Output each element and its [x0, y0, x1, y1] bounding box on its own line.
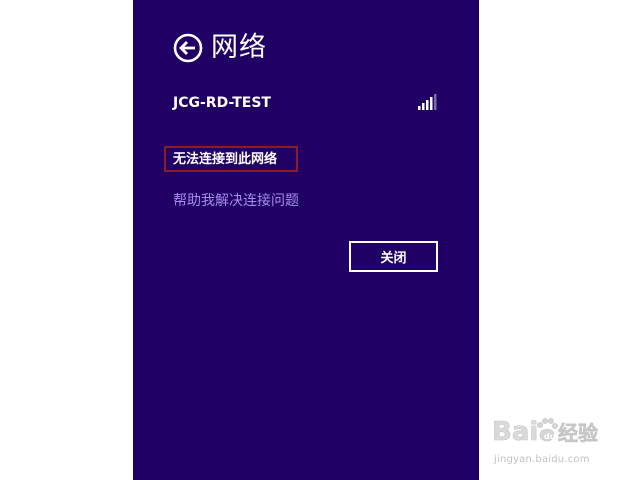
svg-text:Bai: Bai: [492, 417, 538, 447]
back-arrow-circle-icon: [173, 33, 203, 63]
troubleshoot-link[interactable]: 帮助我解决连接问题: [173, 190, 299, 212]
baidu-jingyan-watermark: Bai du 经验 jingyan.baidu.com: [492, 410, 610, 468]
connection-error-text: 无法连接到此网络: [173, 152, 278, 167]
panel-header: 网络: [173, 28, 267, 68]
svg-text:经验: 经验: [558, 421, 598, 445]
wifi-signal-bars-icon: [418, 94, 437, 110]
svg-text:du: du: [544, 432, 556, 441]
page-title: 网络: [211, 32, 267, 63]
baidu-logo-icon: Bai du 经验: [492, 417, 598, 448]
network-item[interactable]: JCG-RD-TEST: [173, 92, 438, 114]
back-button[interactable]: [173, 33, 203, 63]
close-button[interactable]: 关闭: [349, 241, 438, 272]
watermark-url: jingyan.baidu.com: [494, 454, 590, 465]
network-name: JCG-RD-TEST: [173, 95, 271, 111]
screenshot-page: 网络 JCG-RD-TEST 无法连接到此网络 帮助我解决连接问题 关闭 Bai: [0, 0, 640, 480]
network-flyout-panel: 网络 JCG-RD-TEST 无法连接到此网络 帮助我解决连接问题 关闭: [133, 0, 479, 480]
